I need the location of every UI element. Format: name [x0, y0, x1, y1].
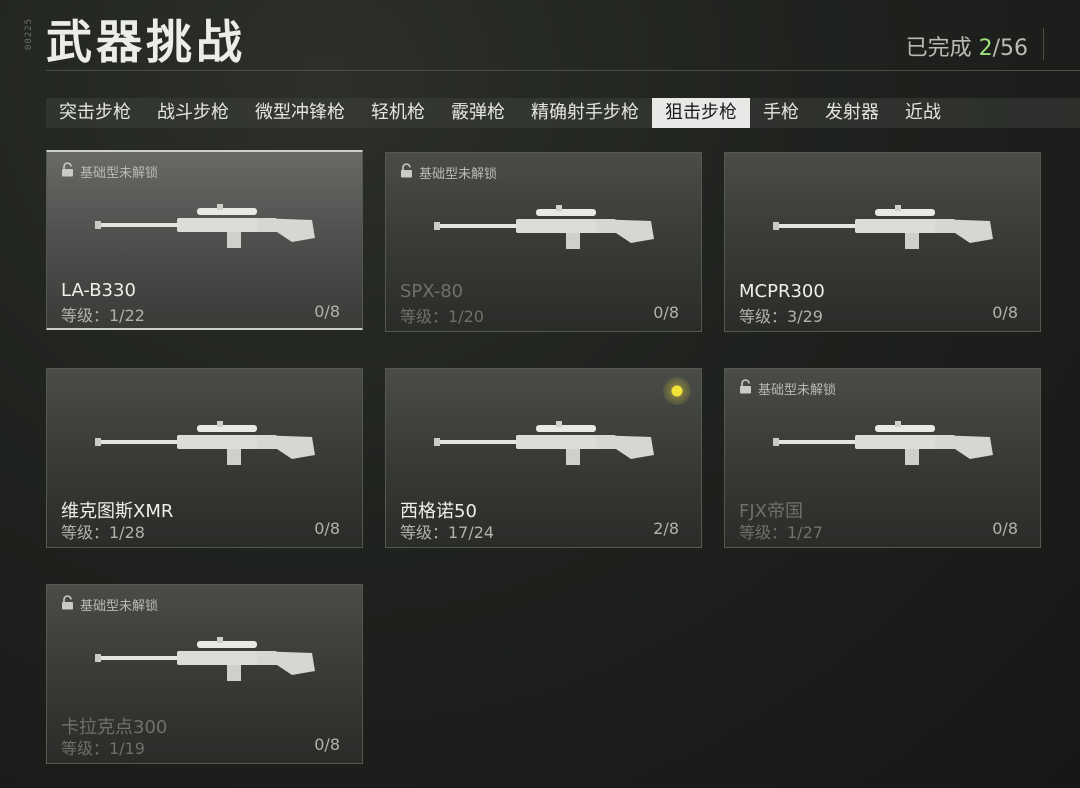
weapon-card[interactable]: 维克图斯XMR 等级：1/28 0/8 — [46, 368, 363, 548]
weapon-level: 等级：1/28 — [61, 523, 145, 542]
weapon-card[interactable]: 基础型未解锁 SPX-80 等级：1/20 0/8 — [385, 152, 702, 332]
tab-smg[interactable]: 微型冲锋枪 — [242, 98, 358, 128]
challenge-count: 0/8 — [314, 735, 340, 754]
weapon-level: 等级：1/19 — [61, 739, 145, 758]
category-tabs: 突击步枪 战斗步枪 微型冲锋枪 轻机枪 霰弹枪 精确射手步枪 狙击步枪 手枪 发… — [46, 98, 1080, 128]
lock-label: 基础型未解锁 — [80, 599, 159, 614]
new-indicator-dot — [663, 377, 691, 405]
lock-status: 基础型未解锁 — [739, 379, 836, 398]
weapon-level: 等级：3/29 — [739, 307, 823, 326]
weapon-card[interactable]: 西格诺50 等级：17/24 2/8 — [385, 368, 702, 548]
weapon-card[interactable]: 基础型未解锁 FJX帝国 等级：1/27 0/8 — [724, 368, 1041, 548]
progress-indicator: 已完成 2/56 — [906, 30, 1028, 62]
weapon-image — [87, 407, 327, 477]
tab-assault-rifle[interactable]: 突击步枪 — [46, 98, 144, 128]
lock-icon — [61, 162, 80, 181]
weapon-name: MCPR300 — [739, 281, 825, 302]
lock-icon — [739, 379, 758, 398]
lock-status: 基础型未解锁 — [61, 595, 158, 614]
tab-launcher[interactable]: 发射器 — [812, 98, 892, 128]
weapon-card[interactable]: 基础型未解锁 卡拉克点300 等级：1/19 0/8 — [46, 584, 363, 764]
tab-shotgun[interactable]: 霰弹枪 — [438, 98, 518, 128]
lock-label: 基础型未解锁 — [419, 167, 498, 182]
weapon-level: 等级：1/20 — [400, 307, 484, 326]
weapon-card[interactable]: 基础型未解锁 LA-B330 等级：1/22 0/8 — [46, 150, 363, 330]
weapon-level: 等级：17/24 — [400, 523, 495, 542]
header-divider — [1043, 28, 1044, 60]
tab-melee[interactable]: 近战 — [892, 98, 954, 128]
tab-lmg[interactable]: 轻机枪 — [358, 98, 438, 128]
challenge-count: 0/8 — [992, 519, 1018, 538]
weapon-image — [426, 407, 666, 477]
header-rule — [46, 70, 1080, 71]
lock-status: 基础型未解锁 — [400, 163, 497, 182]
weapon-card[interactable]: MCPR300 等级：3/29 0/8 — [724, 152, 1041, 332]
challenge-count: 0/8 — [653, 303, 679, 322]
lock-status: 基础型未解锁 — [61, 162, 158, 181]
progress-label: 已完成 — [905, 36, 972, 61]
challenge-count: 0/8 — [314, 519, 340, 538]
weapon-image — [87, 623, 327, 693]
weapon-name: SPX-80 — [400, 281, 464, 302]
weapon-level: 等级：1/22 — [61, 306, 145, 325]
tab-battle-rifle[interactable]: 战斗步枪 — [144, 98, 242, 128]
lock-icon — [61, 595, 80, 614]
challenge-count: 0/8 — [992, 303, 1018, 322]
weapon-image — [765, 407, 1005, 477]
lock-icon — [400, 163, 419, 182]
progress-total: /56 — [992, 36, 1028, 61]
tab-pistol[interactable]: 手枪 — [750, 98, 812, 128]
weapon-image — [87, 190, 327, 260]
lock-label: 基础型未解锁 — [758, 383, 837, 398]
page-title: 武器挑战 — [46, 15, 246, 69]
tab-sniper-rifle[interactable]: 狙击步枪 — [652, 98, 750, 128]
weapon-name: LA-B330 — [61, 280, 136, 301]
progress-current: 2 — [978, 36, 993, 61]
weapon-level: 等级：1/27 — [739, 523, 823, 542]
challenge-count: 0/8 — [314, 302, 340, 321]
tab-marksman-rifle[interactable]: 精确射手步枪 — [518, 98, 652, 128]
weapon-image — [426, 191, 666, 261]
side-code: 00225 — [24, 18, 34, 51]
challenge-count: 2/8 — [653, 519, 679, 538]
weapon-image — [765, 191, 1005, 261]
lock-label: 基础型未解锁 — [80, 166, 159, 181]
